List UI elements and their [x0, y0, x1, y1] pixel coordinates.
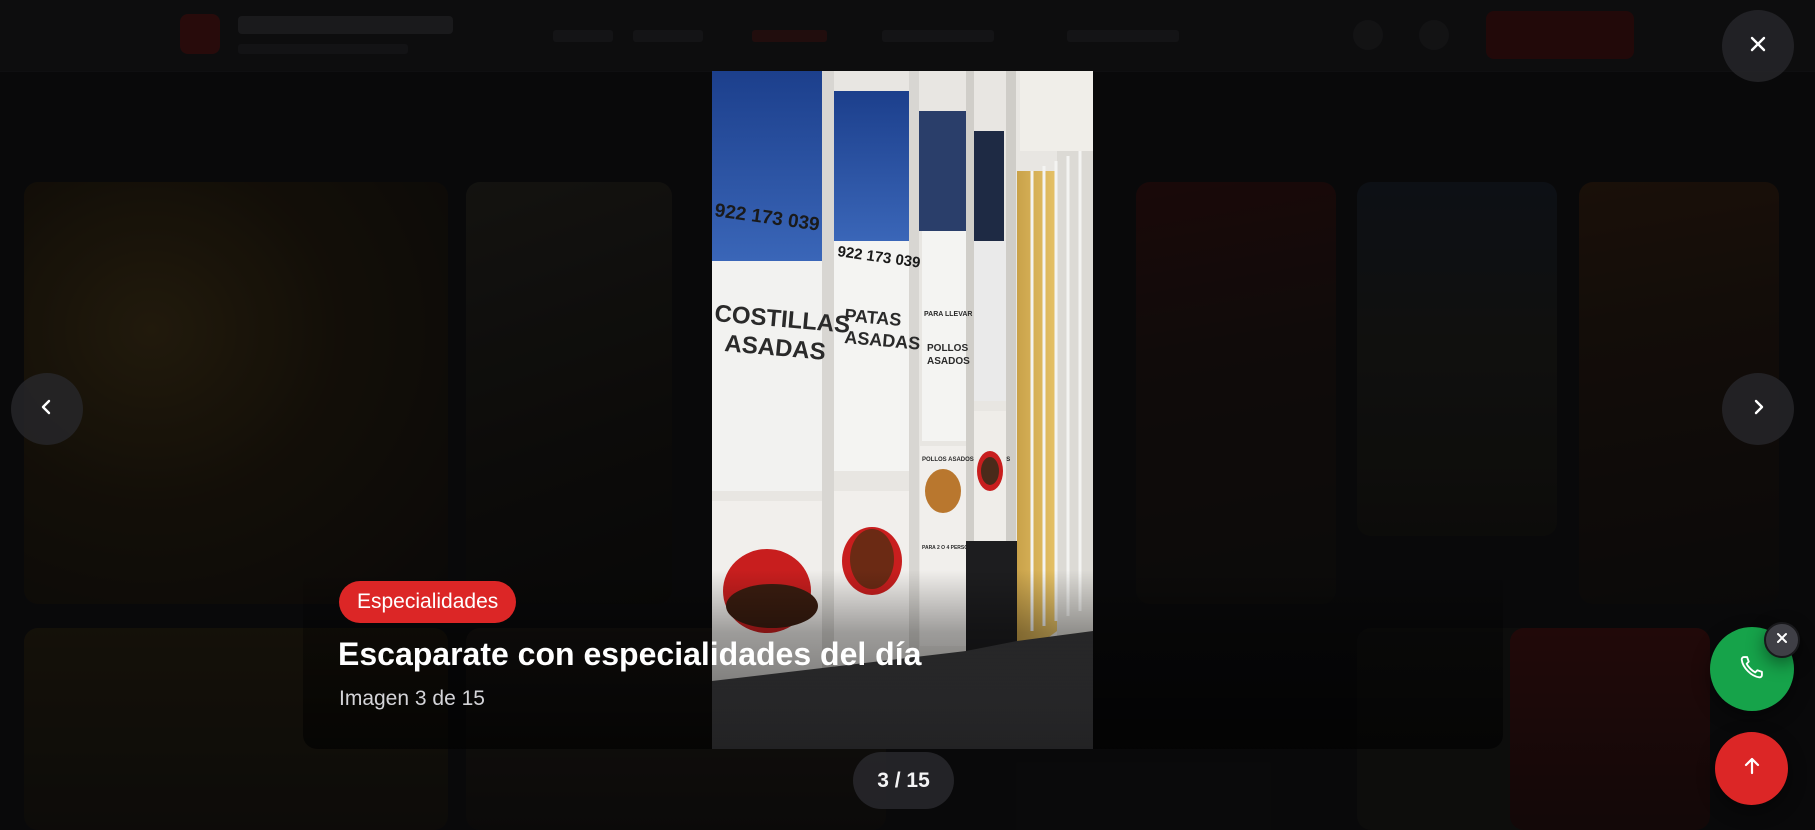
- scroll-to-top-button[interactable]: [1715, 732, 1788, 805]
- image-subtitle: Imagen 3 de 15: [339, 687, 485, 710]
- close-icon: [1748, 34, 1768, 59]
- image-title: Escaparate con especialidades del día: [338, 636, 922, 672]
- chevron-left-icon: [38, 398, 56, 421]
- sign-pollos-asados: ASADOS: [927, 356, 970, 367]
- phone-icon: [1738, 653, 1766, 686]
- close-icon: [1775, 631, 1789, 650]
- chevron-right-icon: [1749, 398, 1767, 421]
- dismiss-call-button[interactable]: [1764, 622, 1800, 658]
- arrow-up-icon: [1741, 755, 1763, 782]
- sign-pollos: POLLOS: [927, 343, 968, 354]
- page: 922 173 039 922 173 039 COSTILLAS ASADAS…: [0, 0, 1815, 830]
- image-counter: 3 / 15: [853, 752, 954, 809]
- category-badge: Especialidades: [339, 581, 517, 623]
- close-button[interactable]: [1722, 10, 1794, 82]
- next-button[interactable]: [1722, 373, 1794, 445]
- sign-para-llevar: PARA LLEVAR: [924, 311, 972, 318]
- previous-button[interactable]: [11, 373, 83, 445]
